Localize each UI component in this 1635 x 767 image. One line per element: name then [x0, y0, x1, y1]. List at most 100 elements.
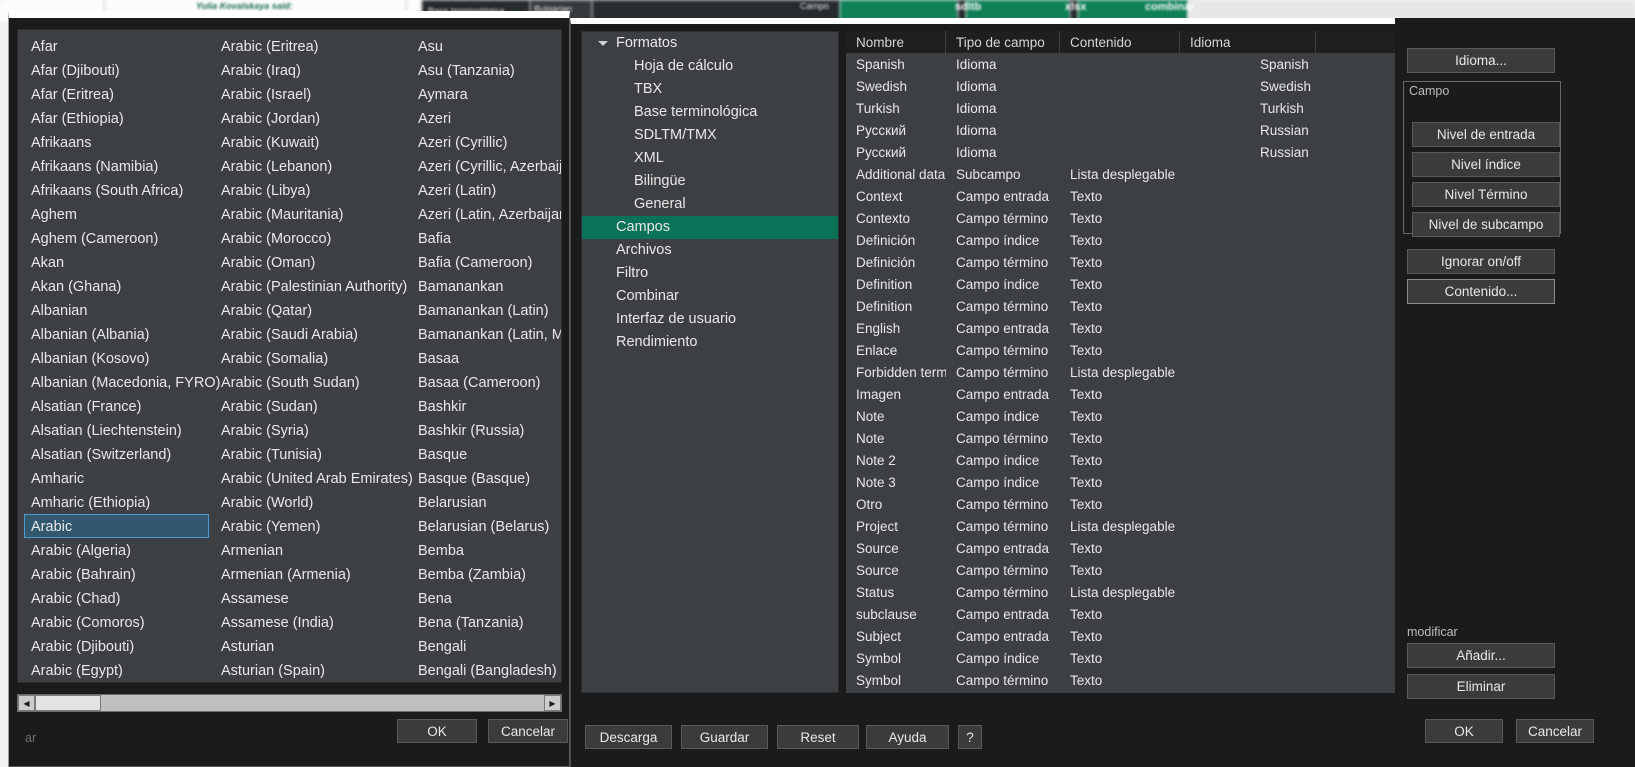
language-list-item[interactable]: Basque: [411, 442, 561, 466]
language-list-item[interactable]: Bamanankan: [411, 274, 561, 298]
language-list-item[interactable]: Arabic (Morocco): [214, 226, 429, 250]
language-list-item[interactable]: Assamese: [214, 586, 429, 610]
language-list-item[interactable]: Bemba: [411, 538, 561, 562]
language-list-item[interactable]: Akan: [24, 250, 209, 274]
language-list-item[interactable]: Basaa: [411, 346, 561, 370]
nivel-de-subcampo-button[interactable]: Nivel de subcampo: [1412, 212, 1560, 237]
language-list-item[interactable]: Arabic (Oman): [214, 250, 429, 274]
ayuda-button[interactable]: Ayuda: [866, 725, 949, 749]
language-list-item[interactable]: Albanian (Kosovo): [24, 346, 209, 370]
language-list-item[interactable]: Bengali: [411, 634, 561, 658]
language-list-item[interactable]: Bafia: [411, 226, 561, 250]
language-list-item[interactable]: Afrikaans (Namibia): [24, 154, 209, 178]
language-list[interactable]: Afar Afar (Djibouti) Afar (Eritrea) Afar (E…: [17, 29, 562, 683]
language-list-item[interactable]: Asturian (Spain): [214, 658, 429, 682]
language-list-item[interactable]: Akan (Ghana): [24, 274, 209, 298]
scrollbar-thumb[interactable]: [35, 695, 101, 711]
language-list-item[interactable]: Arabic (Israel): [214, 82, 429, 106]
help-question-button[interactable]: ?: [958, 725, 982, 749]
language-list-item[interactable]: Arabic (Iraq): [214, 58, 429, 82]
language-list-item[interactable]: Albanian (Macedonia, FYRO): [24, 370, 220, 394]
language-list-item[interactable]: Arabic (South Sudan): [214, 370, 429, 394]
language-list-item[interactable]: Asturian: [214, 634, 429, 658]
language-list-item[interactable]: Arabic (Eritrea): [214, 34, 429, 58]
column-header[interactable]: [1316, 31, 1386, 53]
language-list-item[interactable]: Armenian: [214, 538, 429, 562]
column-header[interactable]: Nombre: [846, 31, 946, 53]
language-list-item[interactable]: Belarusian: [411, 490, 561, 514]
language-list-item[interactable]: Arabic (Palestinian Authority): [214, 274, 429, 298]
tree-item-filtro[interactable]: Filtro: [582, 262, 838, 285]
nivel-indice-button[interactable]: Nivel índice: [1412, 152, 1560, 177]
language-ok-button[interactable]: OK: [397, 719, 477, 743]
language-list-item[interactable]: Bafia (Cameroon): [411, 250, 561, 274]
language-list-item[interactable]: Basaa (Cameroon): [411, 370, 561, 394]
language-list-item[interactable]: Afrikaans: [24, 130, 209, 154]
language-list-item[interactable]: Arabic (World): [214, 490, 429, 514]
language-list-item[interactable]: Bemba (Zambia): [411, 562, 561, 586]
contenido-button[interactable]: Contenido...: [1407, 279, 1555, 304]
nivel-de-entrada-button[interactable]: Nivel de entrada: [1412, 122, 1560, 147]
language-list-item[interactable]: Arabic (Libya): [214, 178, 429, 202]
language-list-item[interactable]: Afar: [24, 34, 209, 58]
language-list-item[interactable]: Arabic (Bahrain): [24, 562, 209, 586]
language-list-item[interactable]: Asu: [411, 34, 561, 58]
settings-ok-button[interactable]: OK: [1425, 719, 1503, 743]
language-list-item[interactable]: Amharic (Ethiopia): [24, 490, 209, 514]
language-list-item[interactable]: Arabic (Sudan): [214, 394, 429, 418]
tree-item-combinar[interactable]: Combinar: [582, 285, 838, 308]
tree-item-sdltm-tmx[interactable]: SDLTM/TMX: [582, 124, 838, 147]
language-list-item[interactable]: Arabic (Syria): [214, 418, 429, 442]
language-list-item[interactable]: Azeri (Cyrillic, Azerbaijan): [411, 154, 561, 178]
language-list-item[interactable]: Arabic (Jordan): [214, 106, 429, 130]
language-list-item[interactable]: Belarusian (Belarus): [411, 514, 561, 538]
language-list-item[interactable]: Arabic (Somalia): [214, 346, 429, 370]
language-list-item[interactable]: Albanian: [24, 298, 209, 322]
language-list-item[interactable]: Arabic (Tunisia): [214, 442, 429, 466]
tree-item-tbx[interactable]: TBX: [582, 78, 838, 101]
language-cancel-button[interactable]: Cancelar: [488, 719, 568, 743]
language-list-item[interactable]: Alsatian (Liechtenstein): [24, 418, 209, 442]
language-list-item[interactable]: Aghem (Cameroon): [24, 226, 209, 250]
tree-item-general[interactable]: General: [582, 193, 838, 216]
nivel-termino-button[interactable]: Nivel Término: [1412, 182, 1560, 207]
language-list-item[interactable]: Arabic (Chad): [24, 586, 209, 610]
anadir-button[interactable]: Añadir...: [1407, 643, 1555, 668]
chevron-down-icon[interactable]: [598, 41, 608, 46]
language-list-item[interactable]: Arabic: [24, 514, 209, 538]
language-list-item[interactable]: Bashkir: [411, 394, 561, 418]
language-list-item[interactable]: Alsatian (Switzerland): [24, 442, 209, 466]
idioma-button[interactable]: Idioma...: [1407, 48, 1555, 73]
tree-item-rendimiento[interactable]: Rendimiento: [582, 331, 838, 354]
scrollbar-track[interactable]: [35, 695, 544, 711]
language-list-item[interactable]: Arabic (Qatar): [214, 298, 429, 322]
language-list-item[interactable]: Arabic (Djibouti): [24, 634, 209, 658]
language-list-item[interactable]: Albanian (Albania): [24, 322, 209, 346]
language-list-item[interactable]: Afrikaans (South Africa): [24, 178, 209, 202]
language-list-item[interactable]: Basque (Basque): [411, 466, 561, 490]
language-list-item[interactable]: Bengali (Bangladesh): [411, 658, 561, 682]
language-list-item[interactable]: Armenian (Armenia): [214, 562, 429, 586]
language-list-item[interactable]: Azeri (Cyrillic): [411, 130, 561, 154]
tree-item-archivos[interactable]: Archivos: [582, 239, 838, 262]
scroll-right-icon[interactable]: ▶: [544, 695, 561, 711]
column-header[interactable]: Tipo de campo: [946, 31, 1060, 53]
language-list-item[interactable]: Arabic (United Arab Emirates): [214, 466, 429, 490]
tree-item-interfaz-de-usuario[interactable]: Interfaz de usuario: [582, 308, 838, 331]
language-list-item[interactable]: Arabic (Comoros): [24, 610, 209, 634]
language-list-item[interactable]: Arabic (Algeria): [24, 538, 209, 562]
language-list-item[interactable]: Azeri (Latin, Azerbaijan): [411, 202, 561, 226]
language-list-item[interactable]: Arabic (Yemen): [214, 514, 429, 538]
language-list-item[interactable]: Alsatian (France): [24, 394, 209, 418]
tree-item-xml[interactable]: XML: [582, 147, 838, 170]
language-list-item[interactable]: Amharic: [24, 466, 209, 490]
guardar-button[interactable]: Guardar: [681, 725, 768, 749]
language-list-item[interactable]: Bamanankan (Latin, Mali): [411, 322, 561, 346]
reset-button[interactable]: Reset: [777, 725, 859, 749]
column-header[interactable]: Idioma: [1180, 31, 1316, 53]
language-list-item[interactable]: Bena (Tanzania): [411, 610, 561, 634]
language-list-item[interactable]: Afar (Eritrea): [24, 82, 209, 106]
tree-item-biling-e[interactable]: Bilingüe: [582, 170, 838, 193]
language-list-horizontal-scrollbar[interactable]: ◀ ▶: [17, 694, 562, 712]
language-list-item[interactable]: Azeri (Latin): [411, 178, 561, 202]
